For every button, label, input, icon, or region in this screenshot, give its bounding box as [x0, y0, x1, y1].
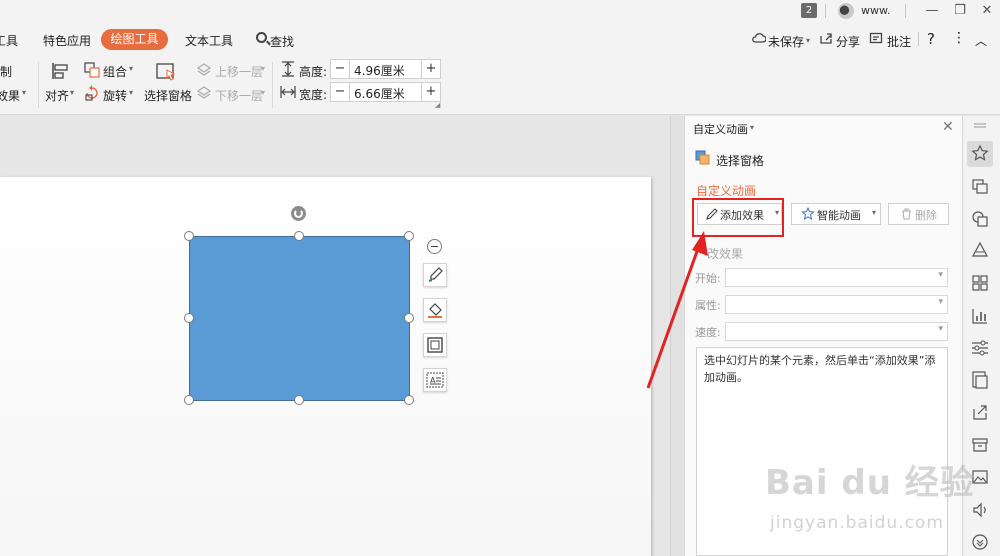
watermark-url: jingyan.baidu.com [770, 513, 944, 533]
watermark-logo: Bai du 经验 [765, 463, 975, 503]
